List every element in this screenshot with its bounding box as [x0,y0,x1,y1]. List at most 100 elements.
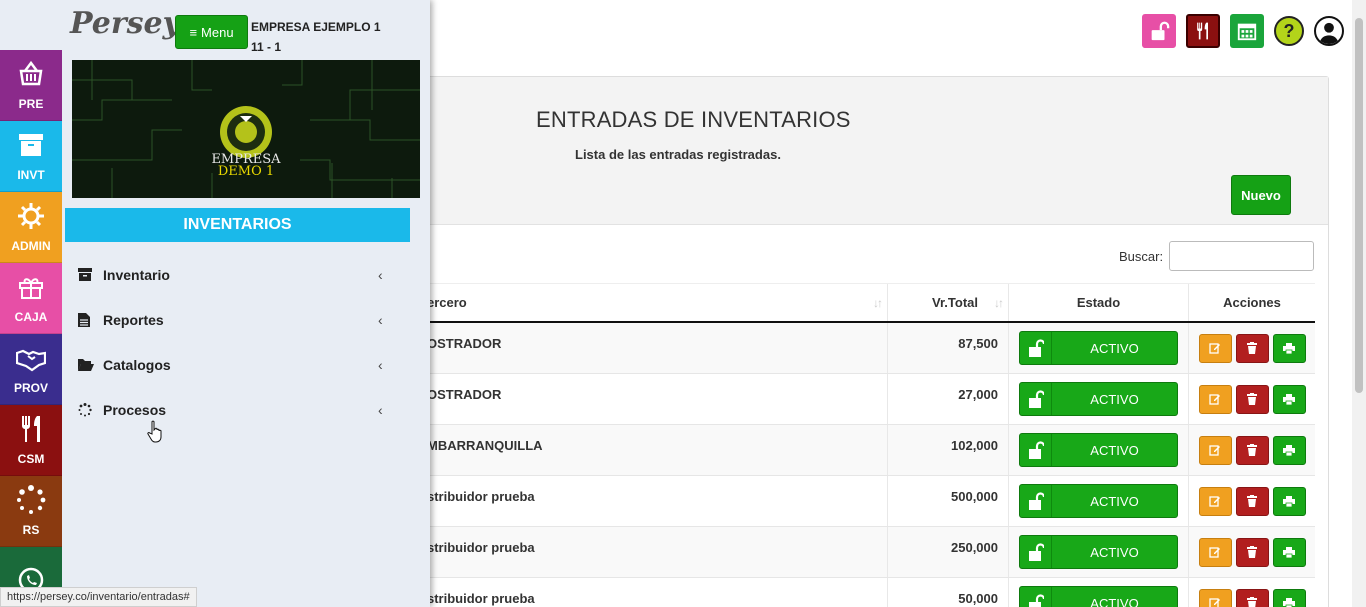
module-label: CAJA [14,310,48,324]
cell-acciones [1189,374,1315,424]
module-admin[interactable]: ADMIN [0,192,62,263]
cell-tercero: stribuidor prueba [421,527,888,577]
scroll-thumb[interactable] [1355,18,1363,393]
table-row: stribuidor prueba 500,000 ACTIVO [421,476,1315,527]
edit-icon [1209,394,1220,405]
sidebar-item-catalogos[interactable]: Catalogos ‹ [78,342,398,387]
edit-button[interactable] [1198,486,1232,516]
module-csm[interactable]: CSM [0,405,62,476]
basket-icon [16,59,46,92]
status-toggle-button[interactable]: ACTIVO [1019,586,1178,607]
chevron-left-icon: ‹ [378,266,383,283]
delete-button[interactable] [1235,486,1269,516]
table-row: OSTRADOR 87,500 ACTIVO [421,323,1315,374]
module-invt[interactable]: INVT [0,121,62,192]
edit-button[interactable] [1198,435,1232,465]
sidebar-item-label: Reportes [103,311,164,328]
chevron-left-icon: ‹ [378,311,383,328]
edit-icon [1209,598,1220,607]
calendar-icon[interactable] [1230,14,1264,48]
module-rs[interactable]: RS [0,476,62,547]
status-bar-url: https://persey.co/inventario/entradas# [0,587,197,607]
table-row: MBARRANQUILLA 102,000 ACTIVO [421,425,1315,476]
delete-button[interactable] [1235,435,1269,465]
cell-tercero: OSTRADOR [421,374,888,424]
cell-total: 87,500 [888,323,1009,373]
module-prov[interactable]: PROV [0,334,62,405]
sort-icon: ↓↑ [873,296,883,310]
cell-estado: ACTIVO [1009,527,1189,577]
edit-icon [1209,445,1220,456]
delete-button[interactable] [1235,537,1269,567]
status-toggle-button[interactable]: ACTIVO [1019,433,1178,467]
table-row: OSTRADOR 27,000 ACTIVO [421,374,1315,425]
entries-panel: ENTRADAS DE INVENTARIOS Lista de las ent… [420,76,1329,607]
cell-total: 27,000 [888,374,1009,424]
edit-button[interactable] [1198,588,1232,607]
status-toggle-button[interactable]: ACTIVO [1019,382,1178,416]
hand-cursor-icon [147,420,162,443]
trash-icon [1247,393,1257,405]
cell-total: 250,000 [888,527,1009,577]
delete-button[interactable] [1235,588,1269,607]
print-icon [1283,495,1295,507]
print-icon [1283,597,1295,607]
print-button[interactable] [1272,435,1306,465]
table-row: stribuidor prueba 50,000 ACTIVO [421,578,1315,607]
sidebar-item-procesos[interactable]: Procesos ‹ [78,387,398,432]
status-toggle-button[interactable]: ACTIVO [1019,535,1178,569]
print-button[interactable] [1272,333,1306,363]
search-input[interactable] [1169,241,1315,271]
edit-button[interactable] [1198,384,1232,414]
cell-acciones [1189,425,1315,475]
new-entry-button[interactable]: Nuevo [1231,175,1291,215]
print-button[interactable] [1272,537,1306,567]
unlock-icon [1020,587,1052,607]
edit-button[interactable] [1198,333,1232,363]
unlock-icon [1020,332,1052,364]
cell-total: 102,000 [888,425,1009,475]
print-icon [1283,393,1295,405]
company-name: EMPRESA EJEMPLO 1 [251,20,381,34]
module-rail: PRE INVT ADMIN CAJA PROV CSM RS [0,50,62,607]
chevron-left-icon: ‹ [378,356,383,373]
module-label: PROV [13,381,48,395]
table-row: stribuidor prueba 250,000 ACTIVO [421,527,1315,578]
cell-acciones [1189,323,1315,373]
unlock-icon[interactable] [1142,14,1176,48]
gift-icon [16,272,46,305]
menu-button[interactable]: ≡ Menu [175,15,248,49]
status-toggle-button[interactable]: ACTIVO [1019,331,1178,365]
scrollbar[interactable] [1352,0,1366,607]
cell-tercero: OSTRADOR [421,323,888,373]
gear-icon [16,201,46,234]
fork-knife-icon[interactable] [1186,14,1220,48]
cell-acciones [1189,578,1315,607]
module-label: CSM [17,452,45,466]
cell-total: 500,000 [888,476,1009,526]
cell-total: 50,000 [888,578,1009,607]
module-pre[interactable]: PRE [0,50,62,121]
delete-button[interactable] [1235,384,1269,414]
print-button[interactable] [1272,486,1306,516]
print-button[interactable] [1272,588,1306,607]
cell-tercero: MBARRANQUILLA [421,425,888,475]
page-subtitle: Lista de las entradas registradas. [575,147,781,162]
user-icon[interactable] [1314,16,1344,46]
fork-knife-icon [16,414,46,447]
column-total[interactable]: Vr.Total ↓↑ [888,284,1009,321]
status-label: ACTIVO [1090,340,1139,356]
sidebar-item-inventario[interactable]: Inventario ‹ [78,252,398,297]
search-box: Buscar: [1119,241,1315,271]
print-button[interactable] [1272,384,1306,414]
edit-icon [1209,496,1220,507]
sidebar-item-reportes[interactable]: Reportes ‹ [78,297,398,342]
help-icon[interactable]: ? [1274,16,1304,46]
status-toggle-button[interactable]: ACTIVO [1019,484,1178,518]
column-tercero[interactable]: ercero ↓↑ [421,284,888,321]
unlock-icon [1020,536,1052,568]
module-caja[interactable]: CAJA [0,263,62,334]
delete-button[interactable] [1235,333,1269,363]
table-body: OSTRADOR 87,500 ACTIVO OSTRADOR 27,000 ACTIVO… [421,323,1315,607]
edit-button[interactable] [1198,537,1232,567]
